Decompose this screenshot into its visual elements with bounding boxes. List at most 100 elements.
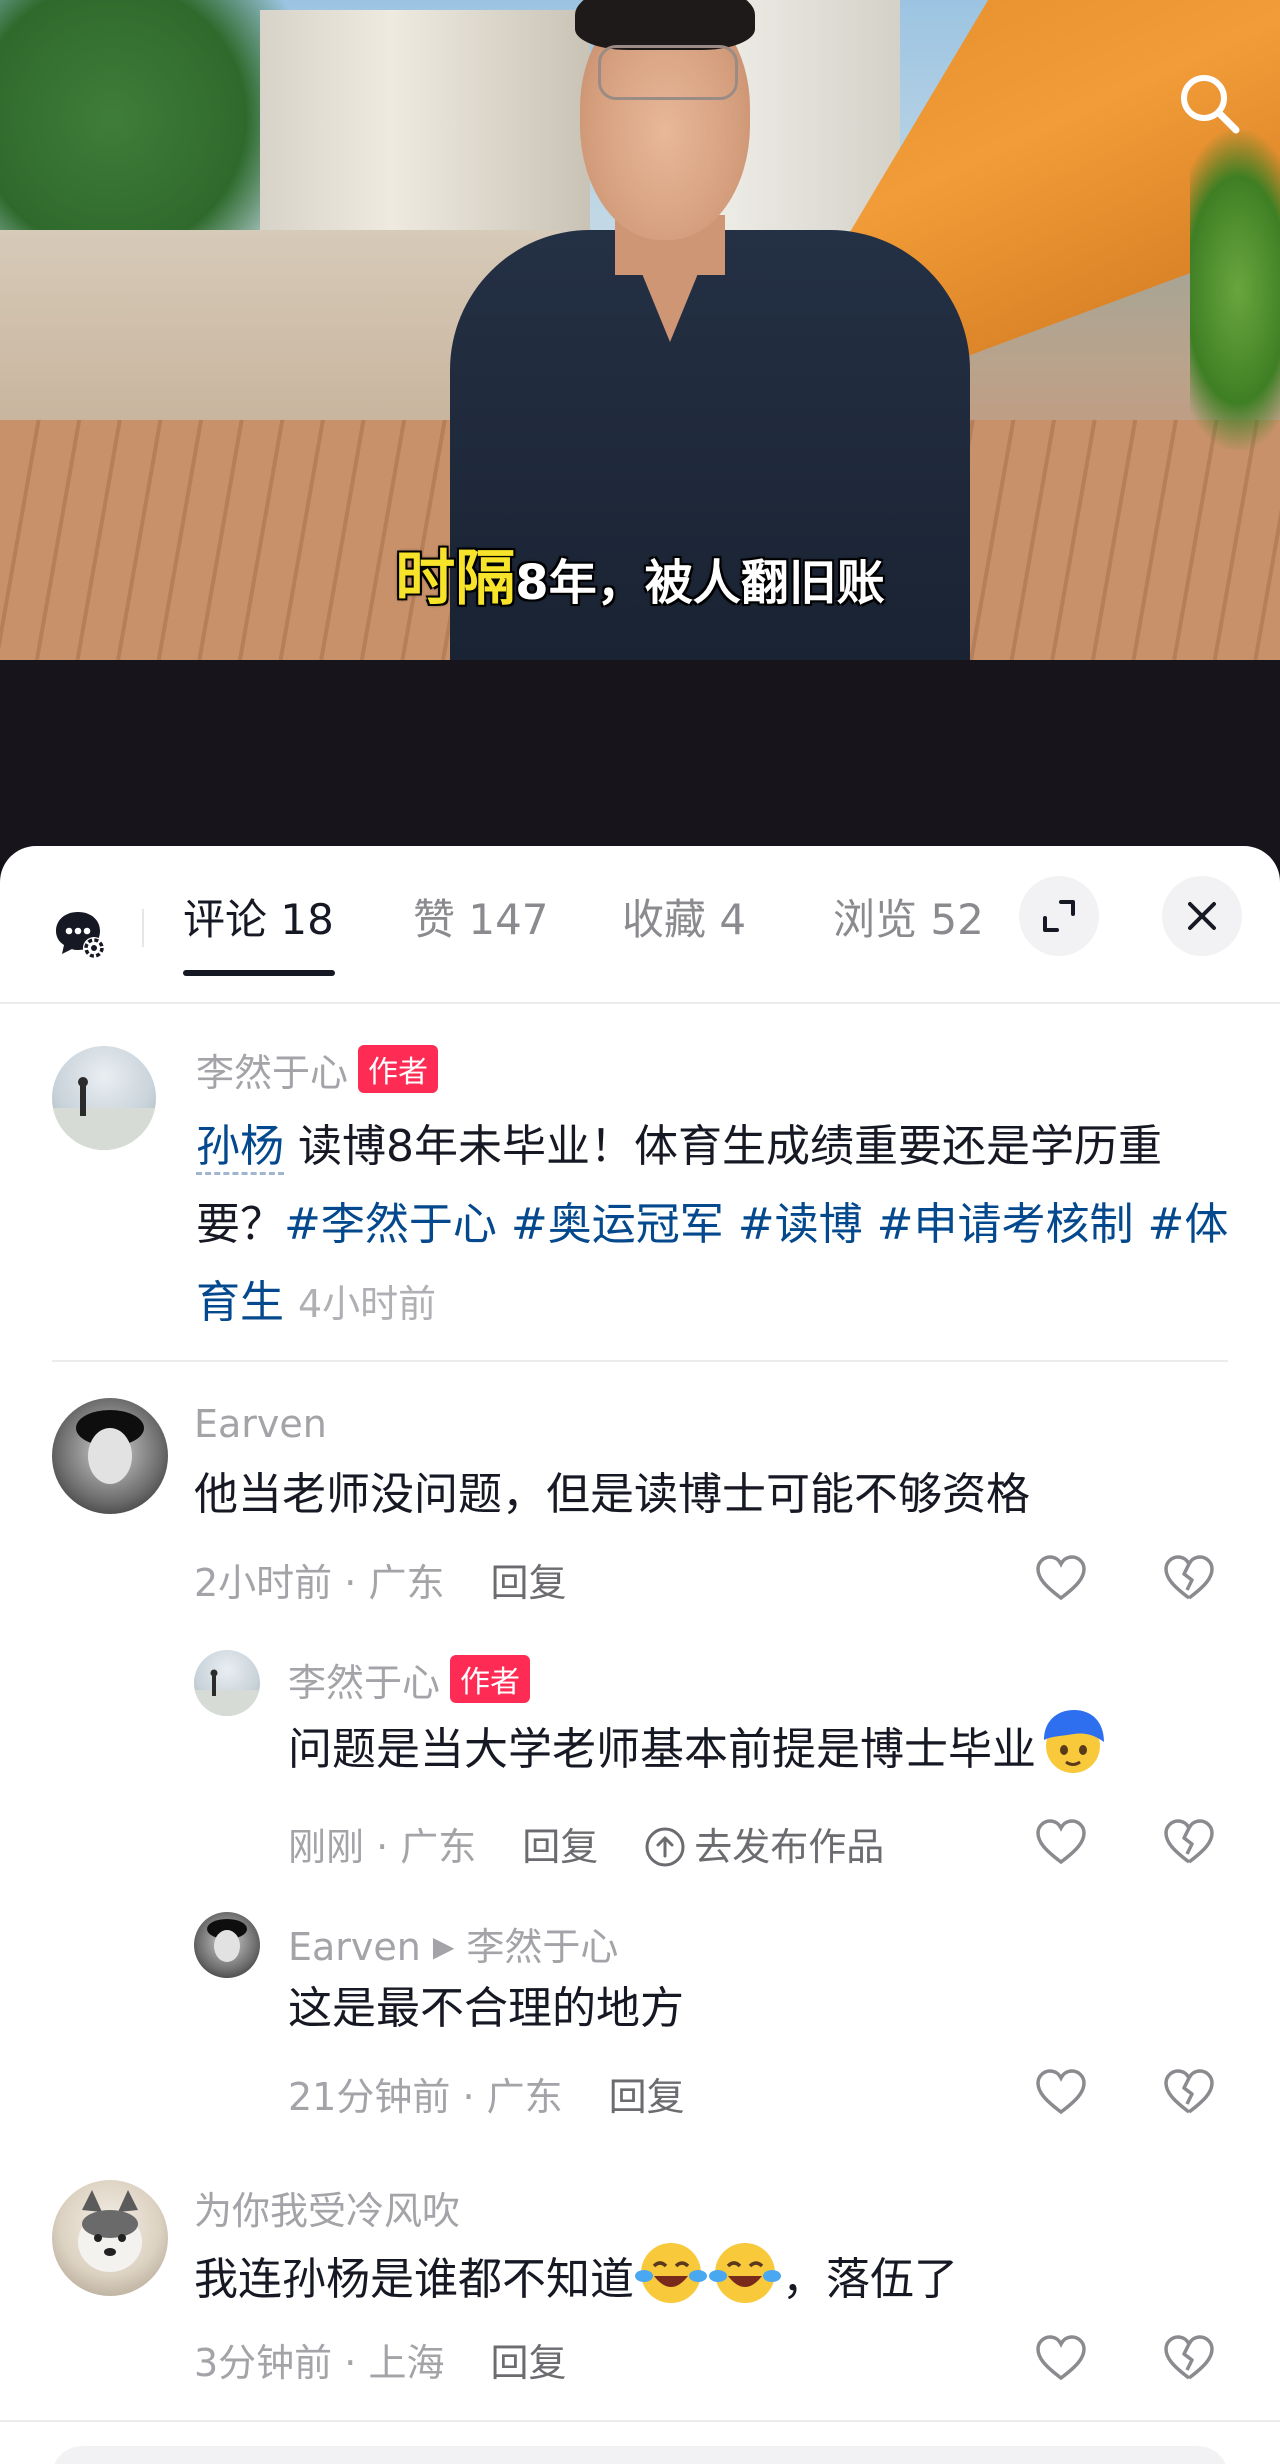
author-name: 李然于心: [196, 1051, 349, 1095]
reply-meta: 21分钟前 · 广东 回复: [288, 2066, 685, 2121]
mention-link[interactable]: 孙杨: [196, 1121, 284, 1175]
avatar[interactable]: [194, 1650, 260, 1716]
like-button[interactable]: [1031, 1812, 1091, 1872]
dislike-button[interactable]: [1159, 2062, 1219, 2122]
comment-meta: 3分钟前 · 上海 回复: [194, 2332, 566, 2387]
reply-location: 广东: [486, 2075, 563, 2119]
reply-text: 问题是当大学老师基本前提是博士毕业: [288, 1706, 1228, 1789]
avatar[interactable]: [194, 1912, 260, 1978]
avatar-image: [207, 1919, 247, 1962]
reply-button[interactable]: 回复: [609, 2075, 685, 2119]
reply-button[interactable]: 回复: [490, 2341, 566, 2385]
avatar[interactable]: [52, 1398, 168, 1514]
reply-time: 21分钟前: [288, 2075, 451, 2119]
shy-emoji-icon: [1044, 1710, 1104, 1773]
meta-separator: ·: [364, 1825, 401, 1869]
reply-button[interactable]: 回复: [522, 1825, 598, 1869]
comment-text: 他当老师没问题，但是读博士可能不够资格: [194, 1469, 1030, 1520]
heart-icon: [1036, 1555, 1086, 1601]
avatar-image: [194, 1669, 260, 1716]
hashtag-link[interactable]: #李然于心: [284, 1199, 497, 1250]
video-frame-plant: [1190, 130, 1280, 450]
hashtag-link[interactable]: #读博: [738, 1199, 863, 1250]
author-badge: 作者: [450, 1655, 531, 1703]
like-button[interactable]: [1031, 2328, 1091, 2388]
close-button[interactable]: [1162, 876, 1242, 956]
comment-username[interactable]: Earven: [194, 1402, 327, 1446]
broken-heart-icon: [1164, 1555, 1214, 1600]
tab-views[interactable]: 浏览 52: [833, 886, 984, 947]
comment-body: 我连孙杨是谁都不知道: [194, 2254, 634, 2305]
divider: [0, 2420, 1280, 2422]
reply-username: Earven: [288, 1925, 421, 1969]
reply-author[interactable]: 李然于心 作者: [288, 1652, 531, 1707]
close-icon: [1188, 902, 1216, 930]
like-button[interactable]: [1031, 1548, 1091, 1608]
active-tab-indicator: [183, 970, 335, 976]
comment-time: 2小时前: [194, 1561, 333, 1605]
search-button[interactable]: [1170, 64, 1250, 144]
reply-to-arrow-icon: ▶: [432, 1930, 455, 1963]
comment-location: 上海: [368, 2341, 445, 2385]
post-time: 4小时前: [298, 1282, 437, 1326]
reply-username: 李然于心: [288, 1661, 441, 1705]
divider: [52, 1360, 1228, 1362]
author-badge: 作者: [358, 1045, 439, 1093]
dislike-button[interactable]: [1159, 2328, 1219, 2388]
comment-sheet: 评论 18 赞 147 收藏 4 浏览 52 李然于心 作者 孙杨 读博8年未毕…: [0, 846, 1280, 2464]
chat-settings-icon: [56, 912, 105, 959]
comment-text: 我连孙杨是谁都不知道 ，落伍了: [194, 2236, 1194, 2319]
post-text: 孙杨 读博8年未毕业！体育生成绩重要还是学历重要？#李然于心 #奥运冠军 #读博…: [196, 1108, 1236, 1343]
laugh-cry-emoji-icon: [709, 2243, 781, 2303]
heart-icon: [1036, 1819, 1086, 1865]
search-icon: [1181, 75, 1240, 134]
reply-body: 问题是当大学老师基本前提是博士毕业: [288, 1724, 1036, 1775]
comment-location: 广东: [368, 1561, 445, 1605]
comment-username[interactable]: 为你我受冷风吹: [194, 2180, 460, 2235]
comment-input-bar[interactable]: [52, 2446, 1228, 2464]
reply-to-username: 李然于心: [466, 1925, 619, 1969]
avatar-image: [52, 1077, 156, 1150]
upload-circle-icon: [645, 1827, 685, 1867]
reply-button[interactable]: 回复: [490, 1561, 566, 1605]
reply-author[interactable]: Earven ▶ 李然于心: [288, 1916, 618, 1971]
comment-meta: 2小时前 · 广东 回复: [194, 1552, 566, 1607]
expand-button[interactable]: [1019, 876, 1099, 956]
video-letterbox: [0, 660, 1280, 860]
avatar-image: [76, 1410, 144, 1484]
dislike-button[interactable]: [1159, 1548, 1219, 1608]
avatar[interactable]: [52, 1046, 156, 1150]
heart-icon: [1036, 2069, 1086, 2115]
tab-comments[interactable]: 评论 18: [183, 886, 334, 947]
video-caption: 时隔8年，被人翻旧账: [0, 530, 1280, 617]
caption-text: 8年，被人翻旧账: [515, 555, 885, 611]
caption-highlight: 时隔: [395, 544, 516, 614]
broken-heart-icon: [1164, 1819, 1214, 1864]
publish-work-button[interactable]: 去发布作品: [644, 1825, 884, 1869]
dislike-button[interactable]: [1159, 1812, 1219, 1872]
tab-favorites[interactable]: 收藏 4: [622, 886, 746, 947]
like-button[interactable]: [1031, 2062, 1091, 2122]
reply-location: 广东: [400, 1825, 477, 1869]
laugh-cry-emoji-icon: [635, 2243, 707, 2303]
tab-divider: [142, 909, 144, 947]
publish-label: 去发布作品: [694, 1825, 885, 1869]
tab-bar: 评论 18 赞 147 收藏 4 浏览 52: [0, 846, 1280, 1004]
reply-meta: 刚刚 · 广东 回复 去发布作品: [288, 1816, 884, 1871]
reply-text: 这是最不合理的地方: [288, 1983, 684, 2034]
hashtag-link[interactable]: #奥运冠军: [511, 1199, 724, 1250]
video-player[interactable]: 时隔8年，被人翻旧账: [0, 0, 1280, 660]
broken-heart-icon: [1164, 2335, 1214, 2380]
comment-body-end: ，落伍了: [782, 2254, 958, 2305]
chat-settings-button[interactable]: [52, 906, 108, 962]
heart-icon: [1036, 2335, 1086, 2381]
broken-heart-icon: [1164, 2069, 1214, 2114]
meta-separator: ·: [450, 2075, 487, 2119]
avatar[interactable]: [52, 2180, 168, 2296]
tab-likes[interactable]: 赞 147: [413, 886, 549, 947]
post-author[interactable]: 李然于心 作者: [196, 1042, 439, 1097]
avatar-image: [78, 2190, 142, 2272]
expand-icon: [1043, 900, 1075, 932]
meta-separator: ·: [332, 2341, 369, 2385]
hashtag-link[interactable]: #申请考核制: [877, 1199, 1134, 1250]
